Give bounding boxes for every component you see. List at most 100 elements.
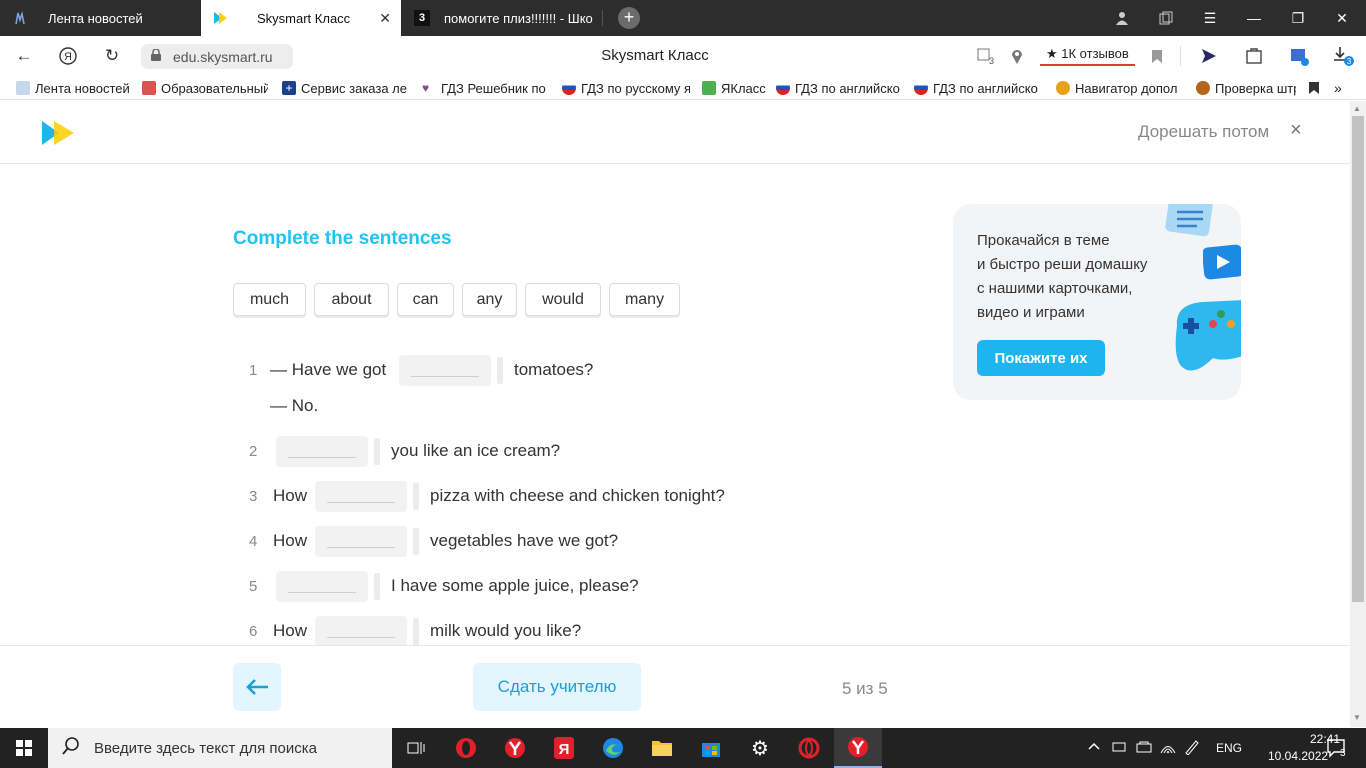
svg-text:Я: Я (559, 741, 570, 758)
bookmark-item[interactable]: Проверка штр (1196, 79, 1296, 97)
tab-news[interactable]: Лента новостей (0, 0, 200, 36)
answer-gap[interactable] (276, 571, 368, 602)
skysmart-logo[interactable] (42, 121, 74, 150)
extensions-icon[interactable] (1243, 45, 1265, 67)
close-tab-icon[interactable]: ✕ (379, 10, 391, 27)
taskbar-search[interactable]: Введите здесь текст для поиска (48, 728, 392, 768)
bookmark-item[interactable]: ЯКласс (702, 79, 768, 97)
profile-icon[interactable] (1102, 0, 1142, 36)
file-explorer-icon[interactable] (638, 728, 686, 768)
search-placeholder: Введите здесь текст для поиска (94, 739, 317, 757)
show-hidden-icons[interactable] (1088, 739, 1100, 753)
bookmark-item[interactable]: + Сервис заказа ле (282, 79, 408, 97)
sentence-text: How (273, 486, 308, 505)
collections-icon[interactable] (1146, 0, 1186, 36)
wifi-icon[interactable] (1160, 740, 1176, 757)
language-indicator[interactable]: ENG (1216, 741, 1242, 755)
share-arrow-icon[interactable] (1198, 45, 1220, 67)
sentence-text: vegetables have we got? (430, 531, 619, 550)
gamepad-icon (1173, 296, 1241, 381)
bookmark-item[interactable]: Навигатор допол (1056, 79, 1184, 97)
tab-skysmart[interactable]: Skysmart Класс ✕ (201, 0, 401, 36)
tabs-count-icon[interactable]: 3 (974, 45, 996, 67)
word-chip[interactable]: much (233, 283, 306, 316)
word-chip[interactable]: about (314, 283, 389, 316)
svg-text:3: 3 (1347, 57, 1352, 66)
task-view-icon[interactable] (392, 728, 440, 768)
meet-now-icon[interactable] (1112, 740, 1126, 757)
new-tab-button[interactable]: + (618, 7, 640, 29)
store-icon[interactable] (687, 728, 735, 768)
skysmart-tab-icon (213, 10, 229, 26)
bookmark-item[interactable]: ГДЗ по английско (914, 79, 1042, 97)
sentence-number: 5 (249, 578, 258, 595)
bookmark-icon[interactable] (1146, 45, 1168, 67)
word-chip[interactable]: would (525, 283, 601, 316)
pen-icon[interactable] (1184, 739, 1200, 758)
yaklass-icon (702, 81, 716, 95)
bookmark-item[interactable]: ♥ ГДЗ Решебник по (422, 79, 548, 97)
close-window-button[interactable]: ✕ (1322, 0, 1362, 36)
answer-gap[interactable] (315, 616, 407, 647)
bookmark-icon (16, 81, 30, 95)
yandex-browser-icon[interactable] (491, 728, 539, 768)
menu-icon[interactable]: ☰ (1190, 0, 1230, 36)
yandex-browser-active-icon[interactable] (834, 728, 882, 768)
opera-gx-icon[interactable] (442, 728, 490, 768)
back-button[interactable] (233, 663, 281, 711)
back-icon[interactable]: ← (12, 44, 36, 68)
tab-strip: Лента новостей Skysmart Класс ✕ 3 помоги… (0, 0, 1366, 36)
yandex-icon[interactable]: Я (540, 728, 588, 768)
reviews-button[interactable]: ★ 1К отзывов (1040, 46, 1135, 66)
sentence-number: 1 (249, 362, 258, 379)
edge-icon[interactable] (589, 728, 637, 768)
promo-text: Прокачайся в теме (977, 232, 1110, 249)
bookmark-item[interactable]: Образовательный (142, 79, 268, 97)
submit-to-teacher-button[interactable]: Сдать учителю (473, 663, 641, 711)
sentence-text: How (273, 531, 308, 550)
answer-gap[interactable] (315, 481, 407, 512)
flag-icon (776, 81, 790, 95)
scroll-down-icon[interactable]: ▼ (1353, 713, 1361, 722)
windows-start-icon[interactable] (0, 728, 48, 768)
more-bookmarks-icon[interactable]: » (1334, 79, 1354, 97)
show-cards-button[interactable]: Покажите их (977, 340, 1105, 376)
answer-gap[interactable] (276, 436, 368, 467)
location-icon[interactable] (1006, 45, 1028, 67)
news-tab-icon (12, 10, 28, 26)
promo-text: видео и играми (977, 304, 1085, 321)
close-icon[interactable]: × (1290, 119, 1302, 142)
sentence-text: How (273, 621, 308, 640)
url-field[interactable]: edu.skysmart.ru (141, 44, 293, 69)
word-chip[interactable]: any (462, 283, 517, 316)
exercise-heading: Complete the sentences (233, 228, 452, 249)
promo-text: с нашими карточками, (977, 280, 1133, 297)
bookmark-item[interactable]: ГДЗ по русскому я (562, 79, 690, 97)
scroll-up-icon[interactable]: ▲ (1353, 104, 1361, 113)
notifications-icon[interactable]: 3 (1326, 738, 1350, 761)
restore-button[interactable]: ❐ (1278, 0, 1318, 36)
downloads-icon[interactable]: 3 (1332, 45, 1354, 67)
opera-icon[interactable] (785, 728, 833, 768)
clock-date[interactable]: 10.04.2022 (1268, 749, 1328, 763)
address-bar: ← Я ↻ edu.skysmart.ru Skysmart Класс 3 ★… (0, 36, 1366, 76)
bookmark-item[interactable]: Лента новостей (16, 79, 134, 97)
yandex-icon[interactable]: Я (56, 44, 80, 68)
scrollbar-thumb[interactable] (1352, 116, 1364, 602)
flag-icon (914, 81, 928, 95)
screenshot-icon[interactable] (1288, 45, 1310, 67)
network-icon[interactable] (1136, 740, 1152, 757)
url-text: edu.skysmart.ru (173, 48, 273, 65)
answer-gap[interactable] (399, 355, 491, 386)
solve-later-link[interactable]: Дорешать потом (1138, 122, 1269, 142)
minimize-button[interactable]: — (1234, 0, 1274, 36)
sentence-text: I have some apple juice, please? (391, 576, 639, 595)
word-chip[interactable]: can (397, 283, 454, 316)
bookmarks-folder-icon[interactable] (1308, 79, 1324, 97)
settings-gear-icon[interactable]: ⚙ (736, 728, 784, 768)
tab-question[interactable]: 3 помогите плиз!!!!!!! - Шко (402, 0, 602, 36)
bookmark-item[interactable]: ГДЗ по английско (776, 79, 902, 97)
answer-gap[interactable] (315, 526, 407, 557)
reload-icon[interactable]: ↻ (100, 44, 124, 68)
word-chip[interactable]: many (609, 283, 680, 316)
